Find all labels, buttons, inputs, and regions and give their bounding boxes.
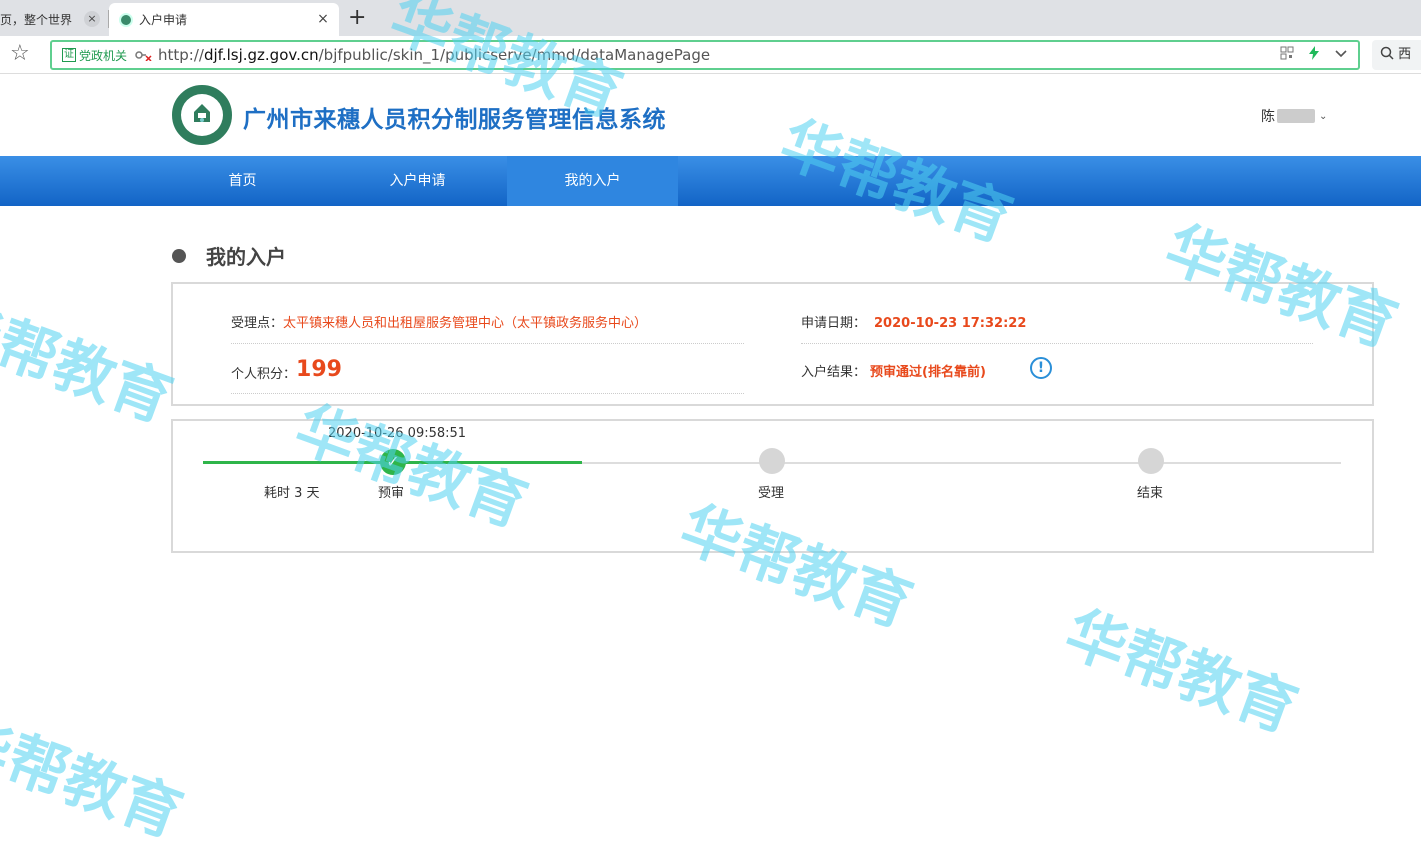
score-row: 个人积分： 199: [231, 357, 342, 382]
step-node-accept: [759, 448, 785, 474]
qr-code-icon[interactable]: [1280, 46, 1294, 64]
url-path: /bjfpublic/skin_1/publicserve/mmd/dataMa…: [318, 46, 711, 64]
tab-label: 页，整个世界: [0, 13, 73, 27]
office-label: 受理点：: [231, 316, 284, 331]
result-row: 入户结果： 预审通过(排名靠前): [801, 361, 986, 380]
nav-item-home[interactable]: 首页: [157, 156, 328, 206]
site-logo: [172, 85, 232, 145]
url-prefix: http://: [158, 46, 204, 64]
score-value: 199: [296, 357, 342, 382]
apply-date-label: 申请日期：: [801, 316, 867, 331]
section-title: 我的入户: [206, 245, 286, 269]
nav-item-my-household[interactable]: 我的入户: [507, 156, 678, 206]
info-icon[interactable]: !: [1030, 357, 1052, 379]
chevron-down-icon[interactable]: [1334, 46, 1348, 64]
lightning-icon[interactable]: [1308, 46, 1320, 64]
close-icon[interactable]: ×: [84, 11, 100, 27]
url-text: http://djf.lsj.gz.gov.cn/bjfpublic/skin_…: [158, 46, 710, 64]
watermark: 华帮教育: [1056, 598, 1306, 747]
office-value: 太平镇来穗人员和出租屋服务管理中心（太平镇政务服务中心）: [283, 316, 648, 331]
apply-date-value: 2020-10-23 17:32:22: [874, 316, 1027, 331]
user-name: 陈: [1261, 109, 1275, 125]
application-info-panel: [171, 282, 1374, 406]
user-menu[interactable]: 陈 ⌄: [1261, 106, 1327, 126]
step-label-prereview: 预审: [378, 486, 405, 501]
search-box-label: 西: [1398, 47, 1412, 62]
site-title: 广州市来穗人员积分制服务管理信息系统: [243, 107, 666, 133]
new-tab-button[interactable]: +: [348, 6, 366, 30]
divider: [231, 393, 744, 394]
elapsed-time: 耗时 3 天: [264, 486, 320, 501]
browser-tab-1[interactable]: 页，整个世界 ×: [0, 3, 108, 36]
url-host: djf.lsj.gz.gov.cn: [203, 46, 319, 64]
score-label: 个人积分：: [231, 367, 297, 382]
result-value: 预审通过(排名靠前): [870, 365, 986, 380]
url-field[interactable]: 证 党政机关 http://djf.lsj.gz.gov.cn/bjfpubli…: [50, 40, 1360, 70]
site-favicon-icon: [119, 12, 133, 27]
divider: [231, 343, 744, 344]
insecure-key-icon: [134, 47, 152, 64]
chevron-down-icon: ⌄: [1319, 110, 1328, 122]
step-node-end: [1138, 448, 1164, 474]
bookmark-star-icon[interactable]: ☆: [10, 42, 30, 66]
nav-item-apply[interactable]: 入户申请: [332, 156, 503, 206]
url-actions: [1280, 46, 1348, 64]
user-name-redacted: [1277, 109, 1315, 123]
browser-address-bar: ☆ 证 党政机关 http://djf.lsj.gz.gov.cn/bjfpub…: [0, 36, 1421, 74]
watermark: 华帮教育: [0, 703, 191, 852]
main-nav: 首页 入户申请 我的入户: [0, 156, 1421, 206]
house-icon: [194, 104, 210, 122]
browser-tab-2[interactable]: 入户申请 ×: [109, 3, 339, 36]
result-label: 入户结果：: [801, 365, 867, 380]
step-label-end: 结束: [1137, 486, 1164, 501]
logo-emblem: [181, 94, 223, 136]
browser-tab-bar: 页，整个世界 × 入户申请 × +: [0, 0, 1421, 36]
watermark: 华帮教育: [0, 288, 181, 437]
step-timestamp: 2020-10-26 09:58:51: [328, 426, 467, 441]
close-icon[interactable]: ×: [315, 11, 331, 27]
divider: [801, 343, 1313, 344]
tab-label: 入户申请: [139, 13, 188, 27]
search-box[interactable]: 西: [1372, 40, 1421, 70]
security-badge-label: 党政机关: [79, 48, 128, 63]
certificate-icon: 证: [62, 48, 76, 62]
step-node-prereview: ✓: [380, 449, 406, 475]
office-row: 受理点：太平镇来穗人员和出租屋服务管理中心（太平镇政务服务中心）: [231, 312, 647, 331]
step-label-accept: 受理: [758, 486, 785, 501]
security-badge[interactable]: 证 党政机关: [62, 47, 127, 63]
section-bullet: [172, 249, 186, 263]
apply-date-row: 申请日期： 2020-10-23 17:32:22: [801, 312, 1026, 331]
search-icon: [1380, 46, 1394, 60]
